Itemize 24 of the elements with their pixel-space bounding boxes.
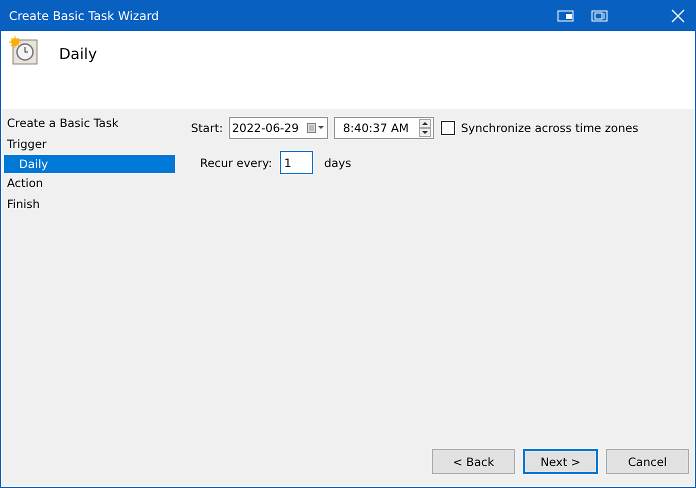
step-item[interactable]: Finish (4, 194, 175, 215)
time-spinner[interactable]: 8:40:37 AM (334, 117, 434, 139)
calendar-icon (306, 123, 325, 133)
wizard-button[interactable]: Cancel (606, 449, 689, 474)
window-icon[interactable] (591, 9, 609, 23)
window-title: Create Basic Task Wizard (9, 9, 159, 23)
page-title: Daily (59, 45, 97, 63)
date-picker[interactable]: 2022-06-29 (228, 117, 328, 139)
unit-label: days (324, 156, 352, 170)
step-item[interactable]: Daily (4, 155, 175, 173)
close-icon[interactable] (671, 9, 685, 23)
wizard-button[interactable]: Next > (523, 449, 598, 474)
window-icon[interactable] (557, 9, 575, 23)
clock-icon (9, 36, 39, 66)
sync-label: Synchronize across time zones (460, 121, 638, 135)
recur-label: Recur every: (200, 156, 272, 170)
step-item[interactable]: Trigger (4, 134, 175, 155)
start-label: Start: (191, 121, 223, 135)
step-item[interactable]: Action (4, 173, 175, 194)
input-field[interactable]: 1 (280, 151, 314, 174)
checkbox[interactable] (440, 121, 455, 135)
spin-icon (418, 119, 431, 137)
wizard-button[interactable]: < Back (432, 449, 515, 474)
step-item[interactable]: Create a Basic Task (4, 113, 175, 134)
